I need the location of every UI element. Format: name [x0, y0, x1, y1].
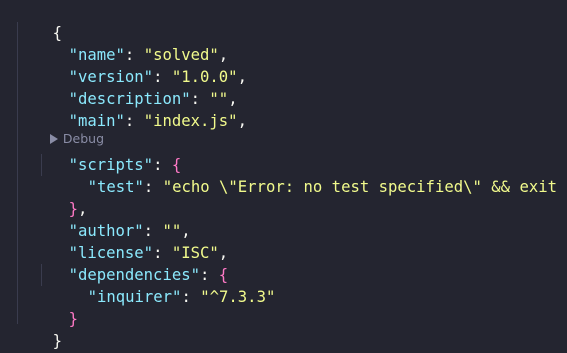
- code-line: {: [15, 0, 62, 42]
- code-line: "inquirer": "^7.3.3": [87, 288, 276, 306]
- code-line: "version": "1.0.0",: [68, 68, 247, 86]
- code-line: "description": "",: [68, 90, 238, 108]
- code-line: "dependencies": {: [68, 266, 229, 284]
- json-value: "echo \"Error: no test specified\" && ex…: [162, 178, 567, 196]
- code-line: "author": "",: [68, 222, 191, 240]
- close-brace: }: [52, 332, 62, 350]
- code-line: "scripts": {: [68, 156, 182, 174]
- code-line: }: [68, 310, 78, 328]
- code-line: }: [15, 308, 62, 350]
- code-line: "license": "ISC",: [68, 244, 229, 262]
- code-line: "main": "index.js",: [68, 112, 247, 130]
- code-line: "name": "solved",: [68, 46, 229, 64]
- json-key: "test": [87, 178, 144, 196]
- code-line: "test": "echo \"Error: no test specified…: [50, 154, 567, 196]
- code-line: },: [68, 200, 88, 218]
- json-value: "^7.3.3": [200, 288, 276, 306]
- json-key: "inquirer": [87, 288, 182, 306]
- json-value: "index.js": [143, 112, 238, 130]
- debug-codelens[interactable]: Debug: [34, 112, 104, 146]
- indent-guide: [17, 22, 18, 324]
- code-editor[interactable]: { "name": "solved", "version": "1.0.0", …: [0, 0, 567, 353]
